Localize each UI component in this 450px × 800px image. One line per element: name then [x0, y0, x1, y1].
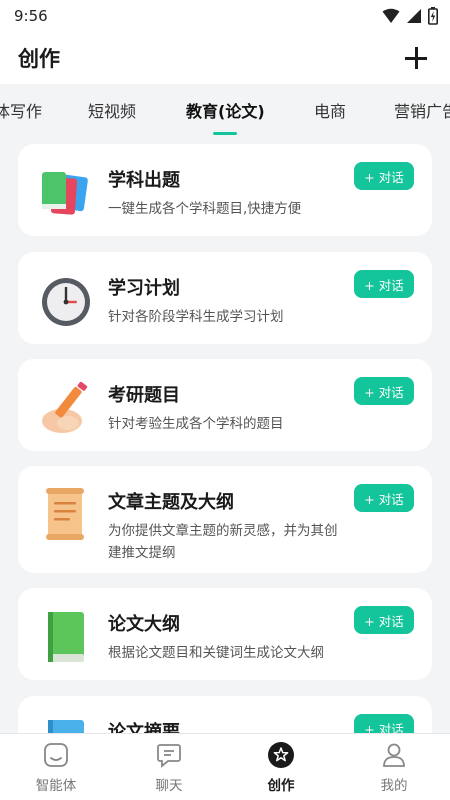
nav-label: 聊天: [155, 778, 183, 794]
nav-item-create[interactable]: 创作: [236, 740, 326, 800]
battery-icon: [428, 7, 438, 25]
signal-icon: [407, 9, 421, 23]
tab-article-writing[interactable]: 体写作: [0, 98, 42, 122]
new-chat-button[interactable]: + 对话: [354, 270, 414, 298]
wifi-icon: [382, 8, 400, 23]
new-chat-button[interactable]: + 对话: [354, 484, 414, 512]
template-card[interactable]: 考研题目 针对考验生成各个学科的题目 + 对话: [18, 359, 432, 451]
template-card[interactable]: 文章主题及大纲 为你提供文章主题的新灵感，并为其创建推文提纲 + 对话: [18, 466, 432, 573]
nav-label: 我的: [380, 778, 408, 794]
card-description: 根据论文题目和关键词生成论文大纲: [108, 645, 324, 661]
card-title: 论文大纲: [108, 614, 180, 635]
create-icon: [266, 740, 296, 770]
status-time: 9:56: [14, 7, 48, 25]
new-chat-button[interactable]: + 对话: [354, 162, 414, 190]
card-title: 考研题目: [108, 385, 180, 406]
nav-item-chat[interactable]: 聊天: [124, 740, 214, 800]
nav-item-agents[interactable]: 智能体: [11, 740, 101, 800]
card-description: 为你提供文章主题的新灵感，并为其创建推文提纲: [108, 523, 338, 561]
tab-indicator: [213, 132, 237, 135]
add-button[interactable]: [402, 44, 430, 72]
status-bar: 9:56: [0, 0, 450, 32]
profile-icon: [379, 740, 409, 770]
clock-icon: [38, 274, 94, 330]
green-book-icon: [38, 610, 94, 666]
category-tabs: 体写作 短视频 教育(论文) 电商 营销广告: [0, 84, 450, 136]
pencil-hand-icon: [38, 381, 94, 437]
nav-label: 创作: [267, 778, 295, 794]
template-card[interactable]: 学科出题 一键生成各个学科题目,快捷方便 + 对话: [18, 144, 432, 236]
tab-marketing[interactable]: 营销广告: [394, 98, 450, 122]
tab-short-video[interactable]: 短视频: [88, 98, 136, 122]
card-title: 学科出题: [108, 170, 180, 191]
tab-ecommerce[interactable]: 电商: [314, 98, 346, 122]
books-icon: [38, 166, 94, 222]
status-icons: [382, 7, 438, 25]
nav-item-profile[interactable]: 我的: [349, 740, 439, 800]
card-description: 针对各阶段学科生成学习计划: [108, 309, 284, 325]
card-description: 一键生成各个学科题目,快捷方便: [108, 201, 302, 217]
page-title: 创作: [18, 47, 60, 71]
template-card[interactable]: 学习计划 针对各阶段学科生成学习计划 + 对话: [18, 252, 432, 344]
template-card[interactable]: 论文大纲 根据论文题目和关键词生成论文大纲 + 对话: [18, 588, 432, 680]
nav-label: 智能体: [35, 778, 77, 794]
agent-icon: [41, 740, 71, 770]
new-chat-button[interactable]: + 对话: [354, 377, 414, 405]
scroll-icon: [38, 486, 94, 542]
tab-education[interactable]: 教育(论文): [186, 98, 265, 122]
app-header: 创作: [0, 32, 450, 84]
card-title: 学习计划: [108, 278, 180, 299]
card-description: 针对考验生成各个学科的题目: [108, 416, 284, 432]
bottom-nav: 智能体 聊天 创作 我的: [0, 733, 450, 800]
chat-icon: [154, 740, 184, 770]
new-chat-button[interactable]: + 对话: [354, 606, 414, 634]
card-title: 文章主题及大纲: [108, 492, 234, 513]
